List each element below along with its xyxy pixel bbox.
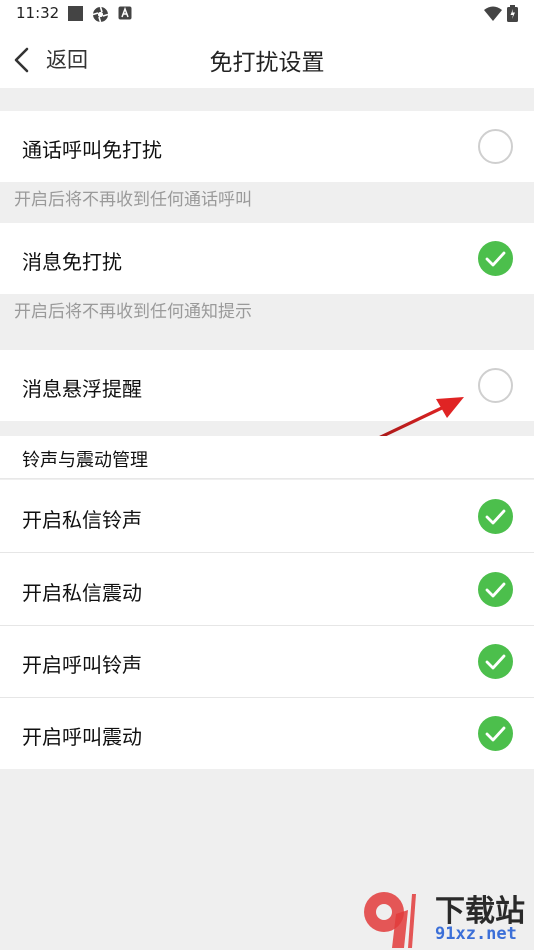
check-circle-icon (478, 241, 513, 276)
message-dnd-note: 开启后将不再收到任何通知提示 (14, 302, 252, 322)
setting-row-dm-ringtone[interactable]: 开启私信铃声 (0, 480, 534, 552)
setting-label: 开启呼叫铃声 (22, 653, 142, 677)
square-icon (68, 6, 83, 21)
check-circle-icon (478, 572, 513, 607)
setting-label: 开启呼叫震动 (22, 725, 142, 749)
app-bar: 返回 免打扰设置 (0, 28, 534, 88)
setting-label: 消息悬浮提醒 (22, 377, 142, 401)
status-bar: 11:32 (0, 0, 534, 28)
watermark-logo (364, 892, 416, 948)
a-badge-icon (118, 6, 132, 20)
page-title: 免打扰设置 (209, 50, 325, 76)
message-dnd-toggle[interactable] (478, 241, 513, 276)
call-dnd-toggle[interactable] (478, 129, 513, 164)
section-title: 铃声与震动管理 (22, 450, 148, 471)
battery-icon (507, 5, 518, 22)
check-circle-icon (478, 499, 513, 534)
wifi-icon (484, 6, 502, 21)
dm-ringtone-toggle[interactable] (478, 499, 513, 534)
ringtone-section-header: 铃声与震动管理 (0, 436, 534, 479)
floating-alert-toggle[interactable] (478, 368, 513, 403)
check-circle-icon (478, 644, 513, 679)
setting-row-dm-vibrate[interactable]: 开启私信震动 (0, 553, 534, 625)
setting-row-call-ringtone[interactable]: 开启呼叫铃声 (0, 626, 534, 697)
setting-label: 开启私信铃声 (22, 508, 142, 532)
setting-row-call-dnd[interactable]: 通话呼叫免打扰 (0, 111, 534, 182)
pinwheel-icon (92, 6, 109, 23)
call-vibrate-toggle[interactable] (478, 716, 513, 751)
call-dnd-note: 开启后将不再收到任何通话呼叫 (14, 190, 252, 210)
setting-label: 消息免打扰 (22, 250, 122, 274)
setting-row-call-vibrate[interactable]: 开启呼叫震动 (0, 698, 534, 769)
call-ringtone-toggle[interactable] (478, 644, 513, 679)
dm-vibrate-toggle[interactable] (478, 572, 513, 607)
status-time: 11:32 (16, 4, 60, 22)
setting-label: 开启私信震动 (22, 581, 142, 605)
check-circle-icon (478, 716, 513, 751)
watermark: 下载站 91xz.net (362, 886, 534, 950)
setting-label: 通话呼叫免打扰 (22, 138, 162, 162)
setting-row-message-dnd[interactable]: 消息免打扰 (0, 223, 534, 294)
watermark-url: 91xz.net (435, 924, 517, 944)
